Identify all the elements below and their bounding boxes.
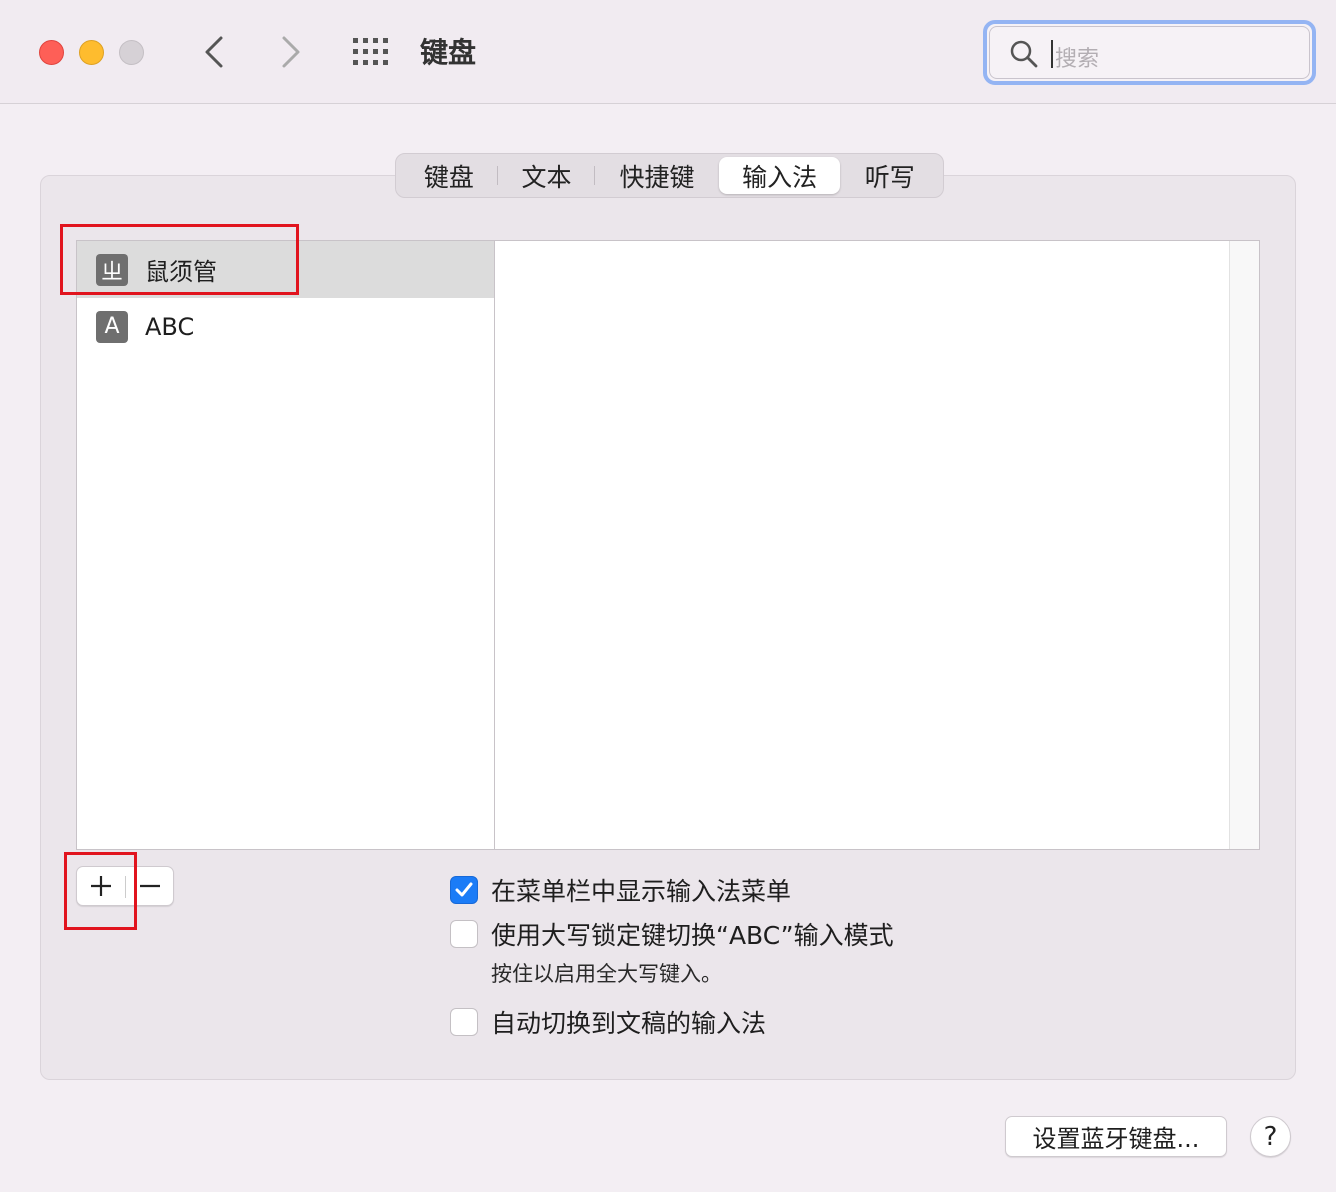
back-button[interactable] bbox=[195, 30, 235, 74]
grid-icon bbox=[353, 38, 388, 65]
input-sources-list: ㄓ 鼠须管 A ABC bbox=[77, 241, 495, 849]
list-item-abc[interactable]: A ABC bbox=[77, 298, 494, 355]
checkbox-unchecked[interactable] bbox=[450, 1008, 478, 1036]
close-window-button[interactable] bbox=[39, 40, 64, 65]
search-field[interactable]: 搜索 bbox=[983, 20, 1316, 85]
search-icon bbox=[1010, 40, 1038, 68]
option-label: 在菜单栏中显示输入法菜单 bbox=[491, 877, 792, 906]
chevron-right-icon bbox=[282, 36, 300, 68]
option-caps-lock-abc[interactable]: 使用大写锁定键切换“ABC”输入模式 bbox=[450, 916, 894, 952]
tab-input-sources[interactable]: 输入法 bbox=[718, 157, 841, 194]
abc-input-icon: A bbox=[96, 310, 128, 343]
option-auto-switch[interactable]: 自动切换到文稿的输入法 bbox=[450, 1004, 766, 1040]
input-source-detail bbox=[496, 241, 1229, 849]
tab-bar: 键盘 文本 快捷键 输入法 听写 bbox=[395, 153, 944, 198]
minimize-window-button[interactable] bbox=[79, 40, 104, 65]
zoom-window-button[interactable] bbox=[119, 40, 144, 65]
text-caret bbox=[1051, 40, 1053, 68]
help-button[interactable]: ? bbox=[1250, 1116, 1291, 1157]
input-sources-content: ㄓ 鼠须管 A ABC bbox=[76, 240, 1260, 850]
option-hint: 按住以启用全大写键入。 bbox=[491, 962, 722, 986]
option-label: 使用大写锁定键切换“ABC”输入模式 bbox=[491, 921, 894, 950]
tab-dictation[interactable]: 听写 bbox=[840, 157, 939, 194]
chevron-left-icon bbox=[205, 36, 223, 68]
annotation-highlight-squirrel bbox=[60, 224, 299, 295]
title-bar: 键盘 搜索 bbox=[0, 0, 1336, 104]
window-title: 键盘 bbox=[420, 36, 477, 69]
option-label: 自动切换到文稿的输入法 bbox=[491, 1009, 767, 1038]
minus-icon bbox=[140, 884, 160, 888]
tab-shortcuts[interactable]: 快捷键 bbox=[595, 157, 719, 194]
option-show-input-menu[interactable]: 在菜单栏中显示输入法菜单 bbox=[450, 872, 791, 908]
tab-text[interactable]: 文本 bbox=[498, 157, 596, 194]
checkmark-icon bbox=[455, 882, 473, 897]
forward-button[interactable] bbox=[270, 30, 310, 74]
search-placeholder[interactable]: 搜索 bbox=[1055, 41, 1099, 73]
tab-keyboard[interactable]: 键盘 bbox=[400, 157, 498, 194]
list-item-label: ABC bbox=[145, 312, 195, 341]
checkbox-checked[interactable] bbox=[450, 876, 478, 904]
scrollbar-track[interactable] bbox=[1229, 241, 1259, 849]
checkbox-unchecked[interactable] bbox=[450, 920, 478, 948]
show-all-button[interactable] bbox=[352, 37, 392, 67]
annotation-highlight-add-button bbox=[64, 852, 137, 930]
setup-bluetooth-keyboard-button[interactable]: 设置蓝牙键盘... bbox=[1005, 1116, 1227, 1157]
